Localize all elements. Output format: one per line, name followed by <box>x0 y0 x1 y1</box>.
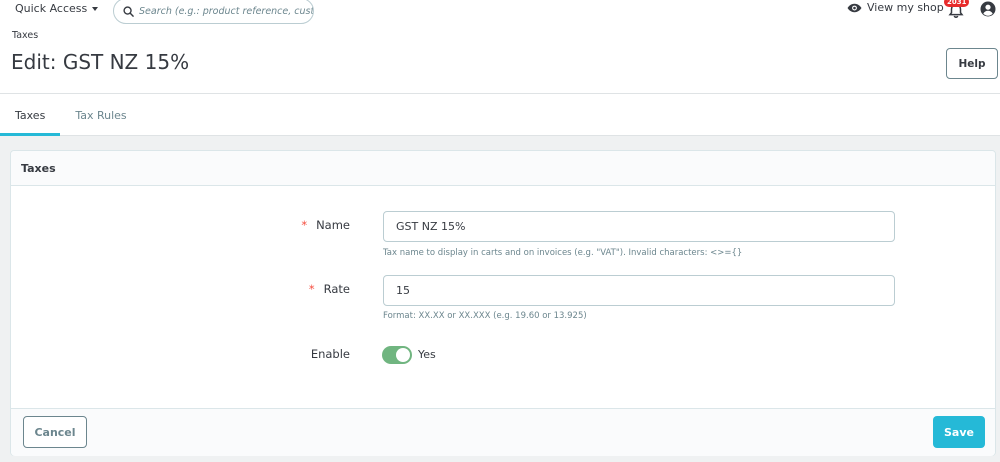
quick-access-dropdown[interactable]: Quick Access <box>15 2 99 15</box>
view-my-shop-link[interactable]: View my shop <box>847 1 944 14</box>
toggle-knob <box>396 348 410 362</box>
view-my-shop-label: View my shop <box>867 1 944 14</box>
name-label: * Name <box>301 218 350 232</box>
enable-state-label: Yes <box>418 348 436 361</box>
user-icon[interactable] <box>980 1 996 17</box>
tab-bar: Taxes Tax Rules <box>0 94 1000 136</box>
rate-label-text: Rate <box>323 282 350 296</box>
panel-footer: Cancel Save <box>11 408 995 456</box>
name-help-text: Tax name to display in carts and on invo… <box>383 248 743 258</box>
eye-icon <box>847 3 862 12</box>
cancel-button[interactable]: Cancel <box>23 416 87 448</box>
tab-taxes[interactable]: Taxes <box>0 94 61 136</box>
help-button[interactable]: Help <box>946 48 998 79</box>
tab-tax-rules[interactable]: Tax Rules <box>60 94 141 136</box>
breadcrumb[interactable]: Taxes <box>12 30 38 41</box>
quick-access-label: Quick Access <box>15 2 88 15</box>
name-input[interactable] <box>383 211 895 242</box>
search-box[interactable] <box>113 0 314 24</box>
taxes-panel: Taxes * Name Tax name to display in carts… <box>10 150 996 456</box>
rate-input[interactable] <box>383 275 895 306</box>
rate-help-text: Format: XX.XX or XX.XXX (e.g. 19.60 or 1… <box>383 311 587 321</box>
required-mark: * <box>308 282 315 296</box>
caret-down-icon <box>92 7 99 11</box>
page-header: Taxes Edit: GST NZ 15% Help <box>0 24 1000 94</box>
required-mark: * <box>301 218 308 232</box>
panel-heading: Taxes <box>11 151 995 186</box>
enable-label: Enable <box>310 347 350 361</box>
enable-toggle[interactable] <box>382 346 412 364</box>
page-title: Edit: GST NZ 15% <box>11 50 190 74</box>
search-input[interactable] <box>139 5 313 17</box>
save-button[interactable]: Save <box>933 416 985 448</box>
top-bar: Quick Access View my shop 2031 <box>0 0 1000 24</box>
notification-badge: 2031 <box>944 0 970 7</box>
rate-label: * Rate <box>309 282 350 296</box>
name-label-text: Name <box>316 218 350 232</box>
search-icon <box>123 5 134 17</box>
